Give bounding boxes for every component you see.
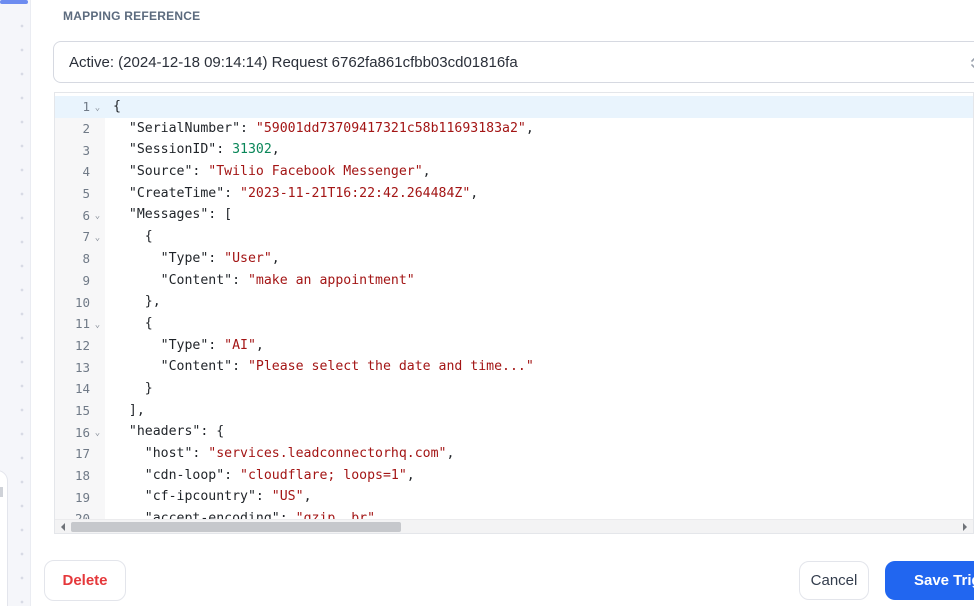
- code-line-text: "Type": "AI",: [113, 337, 264, 353]
- up-down-caret-icon: [970, 55, 974, 71]
- code-line: 3 "SessionID": 31302,: [55, 139, 973, 162]
- code-line-text: "accept-encoding": "gzip, br",: [113, 511, 383, 519]
- code-line-text: "Type": "User",: [113, 250, 280, 266]
- code-line: 8 "Type": "User",: [55, 247, 973, 270]
- scroll-right-arrow-icon[interactable]: [958, 520, 972, 533]
- code-line: 16 ⌄ "headers": {: [55, 421, 973, 443]
- code-line: 15 ],: [55, 399, 973, 422]
- code-line: 4 "Source": "Twilio Facebook Messenger",: [55, 161, 973, 183]
- fold-chevron-icon[interactable]: ⌄: [90, 428, 105, 438]
- code-line-text: "SerialNumber": "59001dd73709417321c58b1…: [113, 120, 534, 136]
- code-line-text: {: [113, 315, 153, 331]
- line-number: 16 ⌄: [55, 421, 105, 443]
- mapping-reference-title: MAPPING REFERENCE: [63, 9, 201, 23]
- horizontal-scrollbar-thumb[interactable]: [71, 522, 401, 532]
- line-number: 5: [55, 182, 105, 205]
- line-number: 2: [55, 117, 105, 140]
- flow-canvas-background: [0, 0, 30, 606]
- code-line-text: "cf-ipcountry": "US",: [113, 489, 312, 505]
- line-number: 1 ⌄: [55, 96, 105, 118]
- fold-chevron-icon[interactable]: ⌄: [90, 211, 105, 221]
- line-number: 13: [55, 356, 105, 378]
- trigger-settings-modal: MAPPING REFERENCE Active: (2024-12-18 09…: [30, 0, 974, 606]
- code-line: 9 "Content": "make an appointment": [55, 269, 973, 292]
- request-selector-value: Active: (2024-12-18 09:14:14) Request 67…: [69, 53, 518, 71]
- background-panel-handle: [0, 487, 3, 497]
- fold-chevron-icon[interactable]: ⌄: [90, 103, 105, 113]
- json-code-editor[interactable]: 1 ⌄ {2 "SerialNumber": "59001dd73709417321…: [54, 92, 974, 534]
- code-line: 19 "cf-ipcountry": "US",: [55, 486, 973, 509]
- line-number: 20: [55, 508, 105, 519]
- line-number: 14: [55, 377, 105, 400]
- code-line: 12 "Type": "AI",: [55, 334, 973, 357]
- code-line-text: "CreateTime": "2023-11-21T16:22:42.26448…: [113, 185, 479, 201]
- fold-chevron-icon[interactable]: ⌄: [90, 233, 105, 243]
- line-number: 7 ⌄: [55, 226, 105, 248]
- code-line: 20 "accept-encoding": "gzip, br",: [55, 508, 973, 519]
- code-line-text: "host": "services.leadconnectorhq.com",: [113, 446, 455, 461]
- code-lines: 1 ⌄ {2 "SerialNumber": "59001dd73709417321…: [55, 93, 973, 519]
- code-line-text: }: [113, 380, 153, 396]
- canvas-node-edge: [0, 0, 28, 4]
- line-number: 3: [55, 139, 105, 162]
- code-line-text: {: [113, 229, 153, 245]
- code-line: 1 ⌄ {: [55, 96, 973, 118]
- code-line-text: "SessionID": 31302,: [113, 142, 280, 158]
- fold-chevron-icon[interactable]: ⌄: [90, 320, 105, 330]
- code-line-text: "Source": "Twilio Facebook Messenger",: [113, 164, 431, 180]
- code-line: 5 "CreateTime": "2023-11-21T16:22:42.264…: [55, 182, 973, 205]
- line-number: 19: [55, 486, 105, 509]
- code-line-text: "cdn-loop": "cloudflare; loops=1",: [113, 467, 415, 483]
- code-line-text: },: [113, 294, 161, 310]
- code-line-text: "Messages": [: [113, 207, 233, 223]
- code-line-text: "headers": {: [113, 424, 225, 440]
- scroll-left-arrow-icon[interactable]: [56, 520, 70, 533]
- delete-button[interactable]: Delete: [44, 560, 126, 601]
- code-line-text: "Content": "make an appointment": [113, 272, 415, 288]
- code-line: 11 ⌄ {: [55, 312, 973, 335]
- screen: MAPPING REFERENCE Active: (2024-12-18 09…: [0, 0, 974, 606]
- code-line-text: ],: [113, 402, 145, 418]
- code-line: 7 ⌄ {: [55, 226, 973, 248]
- code-line: 14 }: [55, 377, 973, 400]
- line-number: 11 ⌄: [55, 312, 105, 335]
- line-number: 12: [55, 334, 105, 357]
- code-line: 10 },: [55, 291, 973, 313]
- save-trigger-button[interactable]: Save Trigger: [885, 561, 974, 600]
- line-number: 8: [55, 247, 105, 270]
- line-number: 17: [55, 443, 105, 465]
- code-line-text: {: [113, 99, 121, 114]
- line-number: 18: [55, 464, 105, 487]
- line-number: 4: [55, 161, 105, 183]
- request-selector[interactable]: Active: (2024-12-18 09:14:14) Request 67…: [53, 41, 974, 83]
- line-number: 9: [55, 269, 105, 292]
- line-number: 6 ⌄: [55, 204, 105, 227]
- code-line-text: "Content": "Please select the date and t…: [113, 359, 534, 375]
- code-line: 2 "SerialNumber": "59001dd73709417321c58…: [55, 117, 973, 140]
- line-number: 10: [55, 291, 105, 313]
- code-line: 13 "Content": "Please select the date an…: [55, 356, 973, 378]
- code-line: 17 "host": "services.leadconnectorhq.com…: [55, 443, 973, 465]
- horizontal-scrollbar[interactable]: [55, 519, 973, 533]
- cancel-button[interactable]: Cancel: [799, 561, 869, 600]
- code-line: 6 ⌄ "Messages": [: [55, 204, 973, 227]
- code-line: 18 "cdn-loop": "cloudflare; loops=1",: [55, 464, 973, 487]
- line-number: 15: [55, 399, 105, 422]
